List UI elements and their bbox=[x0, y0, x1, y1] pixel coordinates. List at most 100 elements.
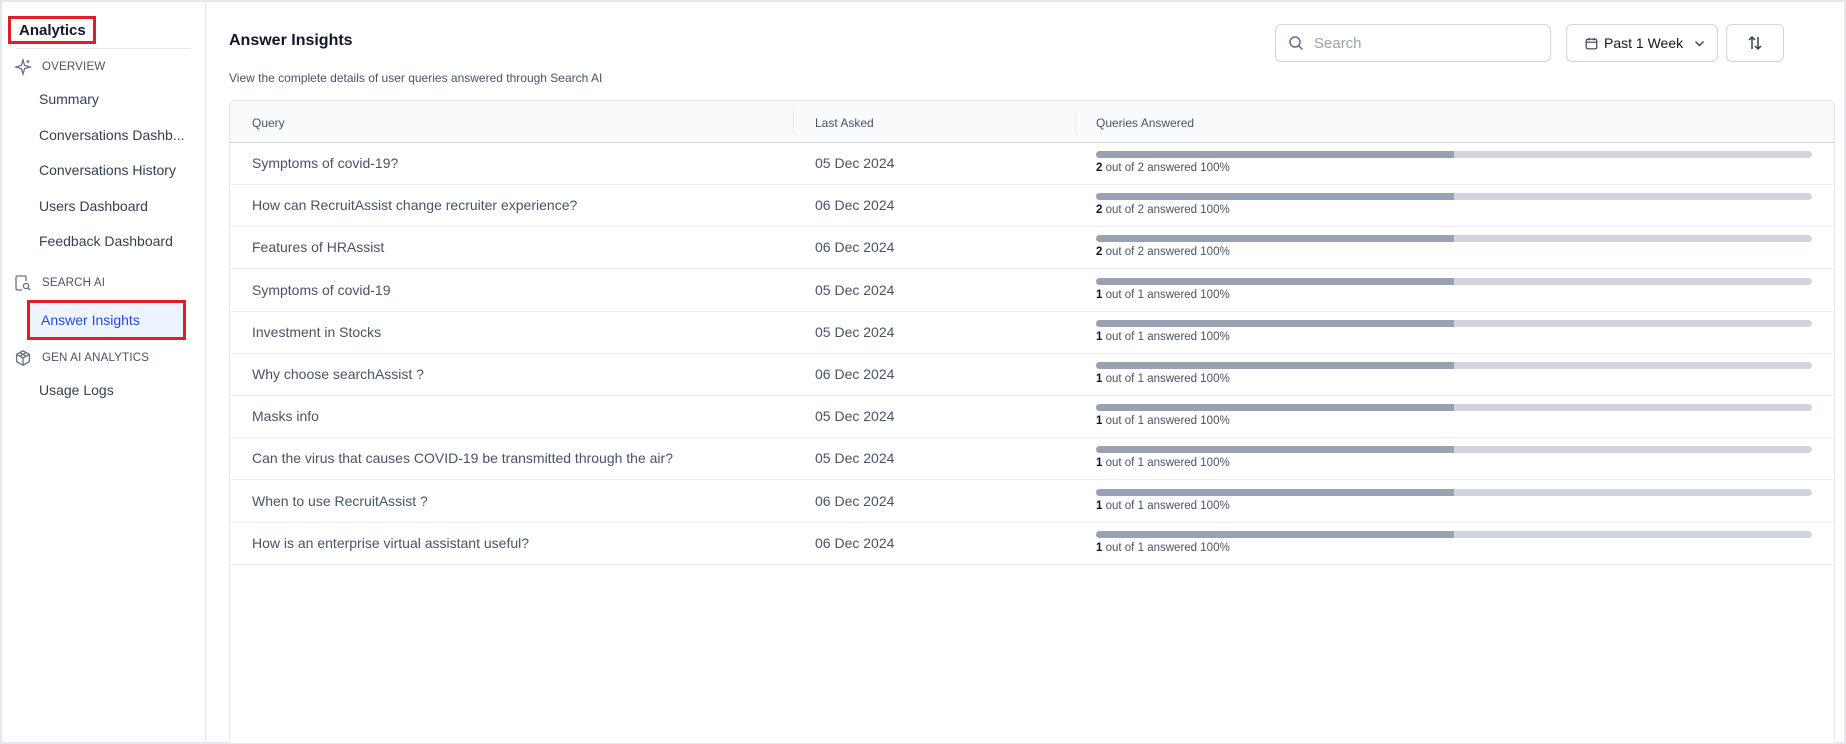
table-row[interactable]: Symptoms of covid-19? 05 Dec 2024 2 out of… bbox=[230, 143, 1834, 185]
answered-progress-fill bbox=[1096, 235, 1454, 243]
answered-out-of: out of bbox=[1105, 457, 1135, 470]
query-cell[interactable]: Symptoms of covid-19? bbox=[252, 155, 398, 171]
column-header-last-asked[interactable]: Last Asked bbox=[815, 116, 874, 130]
answered-percent: 100% bbox=[1200, 204, 1230, 217]
table-row[interactable]: How can RecruitAssist change recruiter e… bbox=[230, 185, 1834, 228]
answered-progress-fill bbox=[1096, 404, 1454, 412]
sidebar-item-users-dashboard[interactable]: Users Dashboard bbox=[39, 198, 189, 214]
answered-out-of: out of bbox=[1105, 162, 1135, 174]
section-gen-ai-analytics-label: GEN AI ANALYTICS bbox=[42, 352, 150, 364]
answered-summary: 1 out of 1 answered 100% bbox=[1096, 373, 1230, 385]
sidebar: Analytics OVERVIEW Summary Conversations… bbox=[2, 2, 206, 742]
query-cell[interactable]: Investment in Stocks bbox=[252, 324, 381, 340]
answered-total: 1 bbox=[1137, 499, 1144, 512]
answered-percent: 100% bbox=[1200, 330, 1230, 343]
answered-count: 2 bbox=[1096, 162, 1103, 174]
answered-summary: 2 out of 2 answered 100% bbox=[1096, 204, 1230, 216]
answered-percent: 100% bbox=[1200, 541, 1230, 554]
sidebar-item-conversations-history[interactable]: Conversations History bbox=[39, 162, 189, 178]
answered-label: answered bbox=[1147, 373, 1198, 385]
answered-percent: 100% bbox=[1200, 373, 1230, 385]
search-box[interactable] bbox=[1275, 24, 1551, 62]
table-row[interactable]: Symptoms of covid-19 05 Dec 2024 1 out of … bbox=[230, 270, 1834, 312]
answered-out-of: out of bbox=[1105, 499, 1135, 512]
answered-progress-fill bbox=[1096, 488, 1454, 496]
last-asked-cell: 06 Dec 2024 bbox=[815, 534, 895, 551]
table-row[interactable]: Investment in Stocks 05 Dec 2024 1 out of … bbox=[230, 312, 1834, 354]
answered-total: 2 bbox=[1137, 246, 1144, 259]
sidebar-item-summary[interactable]: Summary bbox=[39, 91, 189, 107]
section-overview-label: OVERVIEW bbox=[42, 61, 106, 73]
answered-total: 2 bbox=[1137, 162, 1144, 174]
answered-percent: 100% bbox=[1200, 288, 1230, 301]
date-filter-dropdown[interactable]: Past 1 Week bbox=[1566, 24, 1718, 62]
query-cell[interactable]: When to use RecruitAssist ? bbox=[252, 493, 428, 509]
section-search-ai-label: SEARCH AI bbox=[42, 277, 106, 289]
answered-summary: 2 out of 2 answered 100% bbox=[1096, 162, 1230, 174]
answered-progress-fill bbox=[1096, 446, 1454, 454]
answered-count: 1 bbox=[1096, 373, 1103, 385]
table-row[interactable]: Masks info 05 Dec 2024 1 out of 1 answered… bbox=[230, 396, 1834, 439]
query-cell[interactable]: Masks info bbox=[252, 408, 319, 424]
query-cell[interactable]: Can the virus that causes COVID-19 be tr… bbox=[252, 450, 673, 466]
answered-percent: 100% bbox=[1200, 499, 1230, 512]
answered-out-of: out of bbox=[1105, 415, 1135, 428]
sidebar-item-answer-insights[interactable]: Answer Insights bbox=[27, 300, 186, 340]
query-cell[interactable]: How can RecruitAssist change recruiter e… bbox=[252, 197, 577, 213]
answered-total: 1 bbox=[1137, 373, 1144, 385]
table-row[interactable]: Can the virus that causes COVID-19 be tr… bbox=[230, 438, 1834, 481]
answered-label: answered bbox=[1147, 288, 1198, 301]
answered-progress-fill bbox=[1096, 319, 1454, 327]
answered-count: 1 bbox=[1096, 415, 1103, 428]
answered-out-of: out of bbox=[1105, 246, 1135, 259]
query-cell[interactable]: Symptoms of covid-19 bbox=[252, 282, 391, 298]
sidebar-item-feedback-dashboard[interactable]: Feedback Dashboard bbox=[39, 233, 189, 249]
answered-progress-bar bbox=[1096, 235, 1812, 243]
answered-progress-bar bbox=[1096, 319, 1812, 327]
answered-label: answered bbox=[1147, 204, 1198, 217]
answered-summary: 1 out of 1 answered 100% bbox=[1096, 331, 1230, 343]
sort-button[interactable] bbox=[1726, 24, 1784, 62]
answered-percent: 100% bbox=[1200, 457, 1230, 470]
answered-percent: 100% bbox=[1200, 162, 1230, 174]
answered-progress-fill bbox=[1096, 151, 1454, 158]
table-row[interactable]: When to use RecruitAssist ? 06 Dec 2024 1 … bbox=[230, 481, 1834, 523]
query-cell[interactable]: How is an enterprise virtual assistant u… bbox=[252, 535, 529, 551]
answered-label: answered bbox=[1147, 330, 1198, 343]
last-asked-cell: 06 Dec 2024 bbox=[815, 366, 895, 382]
column-header-queries-answered[interactable]: Queries Answered bbox=[1096, 116, 1194, 130]
sidebar-item-conversations-dashboard[interactable]: Conversations Dashb... bbox=[39, 127, 189, 143]
cube-network-icon bbox=[15, 350, 31, 366]
answered-progress-bar bbox=[1096, 404, 1812, 412]
answered-count: 1 bbox=[1096, 288, 1103, 301]
answered-label: answered bbox=[1147, 162, 1198, 174]
answered-total: 1 bbox=[1137, 457, 1144, 470]
answered-count: 1 bbox=[1096, 541, 1103, 554]
table-row[interactable]: Features of HRAssist 06 Dec 2024 2 out of … bbox=[230, 227, 1834, 270]
answered-progress-bar bbox=[1096, 530, 1812, 538]
answered-progress-bar bbox=[1096, 362, 1812, 369]
answer-insights-table: Query Last Asked Queries Answered Sympto… bbox=[229, 100, 1835, 744]
answered-out-of: out of bbox=[1105, 373, 1135, 385]
last-asked-cell: 05 Dec 2024 bbox=[815, 450, 895, 467]
answered-summary: 1 out of 1 answered 100% bbox=[1096, 415, 1230, 427]
column-divider bbox=[793, 111, 794, 133]
sidebar-item-usage-logs[interactable]: Usage Logs bbox=[39, 382, 189, 398]
search-input[interactable] bbox=[1314, 34, 1534, 52]
answered-label: answered bbox=[1147, 541, 1198, 554]
column-header-query[interactable]: Query bbox=[252, 116, 285, 130]
section-gen-ai-analytics: GEN AI ANALYTICS bbox=[14, 349, 149, 367]
last-asked-cell: 05 Dec 2024 bbox=[815, 155, 895, 171]
app-title: Analytics bbox=[8, 16, 96, 44]
answered-out-of: out of bbox=[1105, 330, 1135, 343]
answered-total: 1 bbox=[1137, 330, 1144, 343]
answered-percent: 100% bbox=[1200, 415, 1230, 428]
answered-out-of: out of bbox=[1105, 204, 1135, 217]
answered-summary: 1 out of 1 answered 100% bbox=[1096, 542, 1230, 554]
page-subtitle: View the complete details of user querie… bbox=[229, 71, 603, 85]
last-asked-cell: 05 Dec 2024 bbox=[815, 323, 895, 340]
query-cell[interactable]: Features of HRAssist bbox=[252, 239, 384, 255]
table-row[interactable]: Why choose searchAssist ? 06 Dec 2024 1 ou… bbox=[230, 354, 1834, 396]
query-cell[interactable]: Why choose searchAssist ? bbox=[252, 366, 424, 382]
table-row[interactable]: How is an enterprise virtual assistant u… bbox=[230, 523, 1834, 565]
